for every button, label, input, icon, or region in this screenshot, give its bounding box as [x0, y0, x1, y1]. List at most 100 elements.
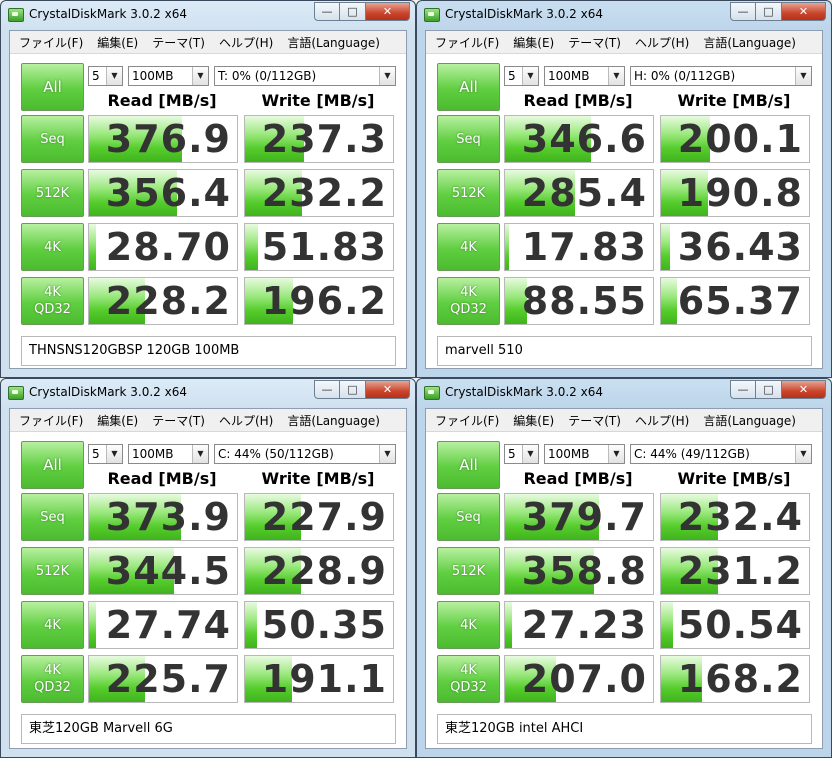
menu-help[interactable]: ヘルプ(H) — [628, 31, 696, 53]
menu-file[interactable]: ファイル(F) — [428, 31, 506, 53]
menu-edit[interactable]: 編集(E) — [90, 409, 145, 431]
chevron-down-icon[interactable]: ▼ — [522, 445, 538, 463]
chevron-down-icon[interactable]: ▼ — [795, 445, 811, 463]
menu-help[interactable]: ヘルプ(H) — [212, 409, 280, 431]
menu-theme[interactable]: テーマ(T) — [145, 31, 212, 53]
all-button[interactable]: All — [437, 63, 500, 111]
comment-field[interactable]: 東芝120GB Marvell 6G — [21, 714, 396, 744]
4k-qd32-button[interactable]: 4K QD32 — [437, 655, 500, 703]
menu-language[interactable]: 言語(Language) — [696, 31, 803, 53]
seq-button[interactable]: Seq — [21, 493, 84, 541]
512k-write-cell: 232.2 — [244, 169, 394, 217]
maximize-icon[interactable]: □ — [340, 2, 366, 21]
minimize-icon[interactable]: — — [314, 2, 340, 21]
chevron-down-icon[interactable]: ▼ — [608, 445, 624, 463]
test-count-value: 5 — [92, 447, 100, 461]
4k-button[interactable]: 4K — [437, 223, 500, 271]
test-size-select[interactable]: 100MB ▼ — [128, 444, 209, 464]
4k-qd32-read-cell: 207.0 — [504, 655, 654, 703]
4k-write-bar — [661, 224, 671, 270]
all-button[interactable]: All — [21, 63, 84, 111]
chevron-down-icon[interactable]: ▼ — [379, 67, 395, 85]
test-count-select[interactable]: 5 ▼ — [504, 66, 539, 86]
4k-qd32-button[interactable]: 4K QD32 — [437, 277, 500, 325]
4k-read-value: 28.70 — [105, 225, 231, 269]
drive-select[interactable]: H: 0% (0/112GB) ▼ — [630, 66, 812, 86]
menu-theme[interactable]: テーマ(T) — [561, 409, 628, 431]
4k-qd32-button[interactable]: 4K QD32 — [21, 277, 84, 325]
4k-button[interactable]: 4K — [437, 601, 500, 649]
512k-button[interactable]: 512K — [21, 547, 84, 595]
512k-button[interactable]: 512K — [437, 547, 500, 595]
test-count-select[interactable]: 5 ▼ — [88, 66, 123, 86]
test-size-select[interactable]: 100MB ▼ — [544, 66, 625, 86]
chevron-down-icon[interactable]: ▼ — [522, 67, 538, 85]
minimize-icon[interactable]: — — [314, 380, 340, 399]
4k-read-bar — [89, 602, 96, 648]
drive-value: T: 0% (0/112GB) — [218, 69, 317, 83]
seq-read-value: 373.9 — [105, 495, 231, 539]
menu-file[interactable]: ファイル(F) — [428, 409, 506, 431]
title-bar[interactable]: CrystalDiskMark 3.0.2 x64 — □ ✕ — [417, 379, 831, 407]
menu-edit[interactable]: 編集(E) — [506, 31, 561, 53]
maximize-icon[interactable]: □ — [756, 2, 782, 21]
test-size-select[interactable]: 100MB ▼ — [128, 66, 209, 86]
close-icon[interactable]: ✕ — [782, 380, 826, 399]
seq-button[interactable]: Seq — [437, 493, 500, 541]
chevron-down-icon[interactable]: ▼ — [608, 67, 624, 85]
close-icon[interactable]: ✕ — [782, 2, 826, 21]
menu-language[interactable]: 言語(Language) — [696, 409, 803, 431]
chevron-down-icon[interactable]: ▼ — [192, 67, 208, 85]
chevron-down-icon[interactable]: ▼ — [106, 445, 122, 463]
menu-theme[interactable]: テーマ(T) — [561, 31, 628, 53]
512k-button[interactable]: 512K — [21, 169, 84, 217]
menu-language[interactable]: 言語(Language) — [280, 409, 387, 431]
4k-button[interactable]: 4K — [21, 601, 84, 649]
4k-read-cell: 28.70 — [88, 223, 238, 271]
chevron-down-icon[interactable]: ▼ — [106, 67, 122, 85]
4k-qd32-write-value: 196.2 — [261, 279, 387, 323]
menu-file[interactable]: ファイル(F) — [12, 31, 90, 53]
seq-button[interactable]: Seq — [437, 115, 500, 163]
test-count-select[interactable]: 5 ▼ — [88, 444, 123, 464]
minimize-icon[interactable]: — — [730, 2, 756, 21]
comment-field[interactable]: marvell 510 — [437, 336, 812, 366]
chevron-down-icon[interactable]: ▼ — [192, 445, 208, 463]
drive-select[interactable]: C: 44% (50/112GB) ▼ — [214, 444, 396, 464]
4k-button[interactable]: 4K — [21, 223, 84, 271]
seq-button[interactable]: Seq — [21, 115, 84, 163]
minimize-icon[interactable]: — — [730, 380, 756, 399]
4k-qd32-label-line1: 4K — [460, 285, 477, 300]
test-size-select[interactable]: 100MB ▼ — [544, 444, 625, 464]
title-bar[interactable]: CrystalDiskMark 3.0.2 x64 — □ ✕ — [417, 1, 831, 29]
4k-qd32-write-bar — [661, 278, 678, 324]
comment-field[interactable]: THNSNS120GBSP 120GB 100MB — [21, 336, 396, 366]
all-button[interactable]: All — [21, 441, 84, 489]
menu-theme[interactable]: テーマ(T) — [145, 409, 212, 431]
menu-help[interactable]: ヘルプ(H) — [212, 31, 280, 53]
4k-read-bar — [505, 602, 512, 648]
drive-select[interactable]: T: 0% (0/112GB) ▼ — [214, 66, 396, 86]
menu-edit[interactable]: 編集(E) — [90, 31, 145, 53]
title-bar[interactable]: CrystalDiskMark 3.0.2 x64 — □ ✕ — [1, 379, 415, 407]
4k-read-cell: 17.83 — [504, 223, 654, 271]
close-icon[interactable]: ✕ — [366, 380, 410, 399]
title-bar[interactable]: CrystalDiskMark 3.0.2 x64 — □ ✕ — [1, 1, 415, 29]
4k-qd32-button[interactable]: 4K QD32 — [21, 655, 84, 703]
chevron-down-icon[interactable]: ▼ — [795, 67, 811, 85]
close-icon[interactable]: ✕ — [366, 2, 410, 21]
comment-field[interactable]: 東芝120GB intel AHCI — [437, 714, 812, 744]
test-count-select[interactable]: 5 ▼ — [504, 444, 539, 464]
512k-button[interactable]: 512K — [437, 169, 500, 217]
menu-language[interactable]: 言語(Language) — [280, 31, 387, 53]
all-button[interactable]: All — [437, 441, 500, 489]
maximize-icon[interactable]: □ — [340, 380, 366, 399]
menu-edit[interactable]: 編集(E) — [506, 409, 561, 431]
menu-file[interactable]: ファイル(F) — [12, 409, 90, 431]
menu-help[interactable]: ヘルプ(H) — [628, 409, 696, 431]
drive-select[interactable]: C: 44% (49/112GB) ▼ — [630, 444, 812, 464]
seq-write-cell: 227.9 — [244, 493, 394, 541]
chevron-down-icon[interactable]: ▼ — [379, 445, 395, 463]
maximize-icon[interactable]: □ — [756, 380, 782, 399]
4k-qd32-label-line1: 4K — [460, 663, 477, 678]
